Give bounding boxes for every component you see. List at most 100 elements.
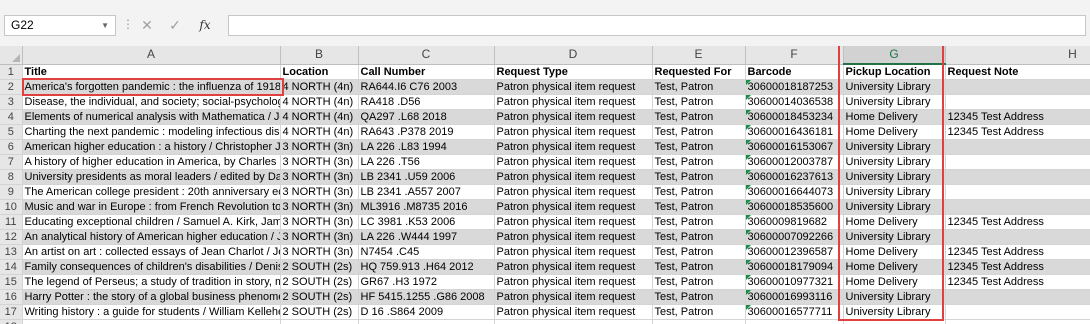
cell-call-number[interactable]: LC 3981 .K53 2006 xyxy=(358,214,495,230)
cell-barcode[interactable]: 30600018187253 xyxy=(745,79,844,95)
cell-title[interactable]: Writing history : a guide for students /… xyxy=(22,304,281,320)
cell-pickup-location[interactable] xyxy=(843,319,946,324)
cell-request-type[interactable]: Patron physical item request xyxy=(494,154,653,170)
cell-pickup-location[interactable]: Home Delivery xyxy=(843,124,946,140)
cell-title[interactable]: Disease, the individual, and society; so… xyxy=(22,94,281,110)
column-header-a[interactable]: A xyxy=(22,46,281,65)
row-number[interactable]: 11 xyxy=(0,214,23,230)
cell-requested-for[interactable]: Test, Patron xyxy=(652,274,746,290)
cell-requested-for[interactable]: Test, Patron xyxy=(652,124,746,140)
cell-pickup-location[interactable]: Home Delivery xyxy=(843,214,946,230)
cell-pickup-location[interactable]: University Library xyxy=(843,289,946,305)
row-number[interactable]: 8 xyxy=(0,169,23,185)
cell-request-note[interactable]: 12345 Test Address xyxy=(945,259,1090,275)
row-number[interactable]: 9 xyxy=(0,184,23,200)
cell-pickup-location[interactable]: Home Delivery xyxy=(843,259,946,275)
cell-request-type[interactable]: Patron physical item request xyxy=(494,289,653,305)
cell-request-note[interactable]: 12345 Test Address xyxy=(945,274,1090,290)
row-number[interactable]: 18 xyxy=(0,319,23,324)
cell-call-number[interactable]: GR67 .H3 1972 xyxy=(358,274,495,290)
cell-request-note[interactable]: Request Note xyxy=(945,64,1090,80)
cell-location[interactable]: 2 SOUTH (2s) xyxy=(280,259,359,275)
cell-requested-for[interactable]: Test, Patron xyxy=(652,259,746,275)
cell-request-note[interactable] xyxy=(945,139,1090,155)
cell-request-note[interactable] xyxy=(945,319,1090,324)
cell-request-type[interactable]: Patron physical item request xyxy=(494,124,653,140)
cell-requested-for[interactable]: Test, Patron xyxy=(652,289,746,305)
cell-title[interactable] xyxy=(22,319,281,324)
cell-request-type[interactable]: Patron physical item request xyxy=(494,109,653,125)
cell-call-number[interactable]: RA643 .P378 2019 xyxy=(358,124,495,140)
cell-call-number[interactable]: Call Number xyxy=(358,64,495,80)
cell-title[interactable]: American higher education : a history / … xyxy=(22,139,281,155)
cell-call-number[interactable]: N7454 .C45 xyxy=(358,244,495,260)
column-header-c[interactable]: C xyxy=(358,46,495,65)
cell-pickup-location[interactable]: University Library xyxy=(843,169,946,185)
cell-location[interactable]: 3 NORTH (3n) xyxy=(280,229,359,245)
column-header-b[interactable]: B xyxy=(280,46,359,65)
cell-barcode[interactable]: 30600014036538 xyxy=(745,94,844,110)
cell-title[interactable]: Elements of numerical analysis with Math… xyxy=(22,109,281,125)
row-number[interactable]: 4 xyxy=(0,109,23,125)
cancel-icon[interactable]: ✕ xyxy=(136,15,158,36)
cell-title[interactable]: University presidents as moral leaders /… xyxy=(22,169,281,185)
cell-location[interactable]: 3 NORTH (3n) xyxy=(280,184,359,200)
cell-location[interactable]: 4 NORTH (4n) xyxy=(280,109,359,125)
cell-requested-for[interactable]: Test, Patron xyxy=(652,109,746,125)
cell-barcode[interactable]: 30600012396587 xyxy=(745,244,844,260)
cell-call-number[interactable]: RA418 .D56 xyxy=(358,94,495,110)
cell-requested-for[interactable] xyxy=(652,319,746,324)
cell-pickup-location[interactable]: University Library xyxy=(843,184,946,200)
cell-call-number[interactable]: HQ 759.913 .H64 2012 xyxy=(358,259,495,275)
row-number[interactable]: 3 xyxy=(0,94,23,110)
cell-request-type[interactable] xyxy=(494,319,653,324)
row-number[interactable]: 13 xyxy=(0,244,23,260)
drag-handle-icon[interactable]: ⋮ xyxy=(122,17,134,31)
cell-request-type[interactable]: Request Type xyxy=(494,64,653,80)
cell-title[interactable]: America's forgotten pandemic : the influ… xyxy=(22,79,281,95)
cell-request-note[interactable]: 12345 Test Address xyxy=(945,109,1090,125)
cell-requested-for[interactable]: Test, Patron xyxy=(652,169,746,185)
cell-pickup-location[interactable]: Home Delivery xyxy=(843,274,946,290)
cell-requested-for[interactable]: Test, Patron xyxy=(652,244,746,260)
cell-call-number[interactable]: HF 5415.1255 .G86 2008 xyxy=(358,289,495,305)
cell-location[interactable]: 3 NORTH (3n) xyxy=(280,199,359,215)
cell-call-number[interactable]: D 16 .S864 2009 xyxy=(358,304,495,320)
select-all-corner[interactable] xyxy=(0,46,23,65)
cell-request-note[interactable] xyxy=(945,79,1090,95)
cell-barcode[interactable]: 30600010977321 xyxy=(745,274,844,290)
cell-request-type[interactable]: Patron physical item request xyxy=(494,94,653,110)
row-number[interactable]: 17 xyxy=(0,304,23,320)
cell-pickup-location[interactable]: University Library xyxy=(843,79,946,95)
cell-title[interactable]: The legend of Perseus; a study of tradit… xyxy=(22,274,281,290)
cell-title[interactable]: A history of higher education in America… xyxy=(22,154,281,170)
cell-location[interactable]: 3 NORTH (3n) xyxy=(280,169,359,185)
cell-call-number[interactable] xyxy=(358,319,495,324)
column-header-h[interactable]: H xyxy=(945,46,1090,65)
name-box[interactable]: G22 ▼ xyxy=(4,15,116,36)
cell-request-type[interactable]: Patron physical item request xyxy=(494,274,653,290)
cell-request-note[interactable] xyxy=(945,199,1090,215)
row-number[interactable]: 7 xyxy=(0,154,23,170)
cell-request-type[interactable]: Patron physical item request xyxy=(494,244,653,260)
cell-call-number[interactable]: LB 2341 .U59 2006 xyxy=(358,169,495,185)
cell-request-type[interactable]: Patron physical item request xyxy=(494,214,653,230)
cell-barcode[interactable]: 30600016153067 xyxy=(745,139,844,155)
cell-request-note[interactable] xyxy=(945,184,1090,200)
cell-request-note[interactable] xyxy=(945,289,1090,305)
cell-call-number[interactable]: LA 226 .W444 1997 xyxy=(358,229,495,245)
cell-barcode[interactable]: 30600018453234 xyxy=(745,109,844,125)
cell-location[interactable]: 4 NORTH (4n) xyxy=(280,94,359,110)
row-number[interactable]: 10 xyxy=(0,199,23,215)
cell-requested-for[interactable]: Test, Patron xyxy=(652,229,746,245)
cell-title[interactable]: Music and war in Europe : from French Re… xyxy=(22,199,281,215)
cell-title[interactable]: Family consequences of children's disabi… xyxy=(22,259,281,275)
cell-requested-for[interactable]: Test, Patron xyxy=(652,304,746,320)
row-number[interactable]: 6 xyxy=(0,139,23,155)
cell-title[interactable]: Charting the next pandemic : modeling in… xyxy=(22,124,281,140)
row-number[interactable]: 2 xyxy=(0,79,23,95)
cell-pickup-location[interactable]: University Library xyxy=(843,229,946,245)
column-header-g[interactable]: G xyxy=(843,46,946,65)
cell-request-note[interactable] xyxy=(945,154,1090,170)
cell-call-number[interactable]: LB 2341 .A557 2007 xyxy=(358,184,495,200)
